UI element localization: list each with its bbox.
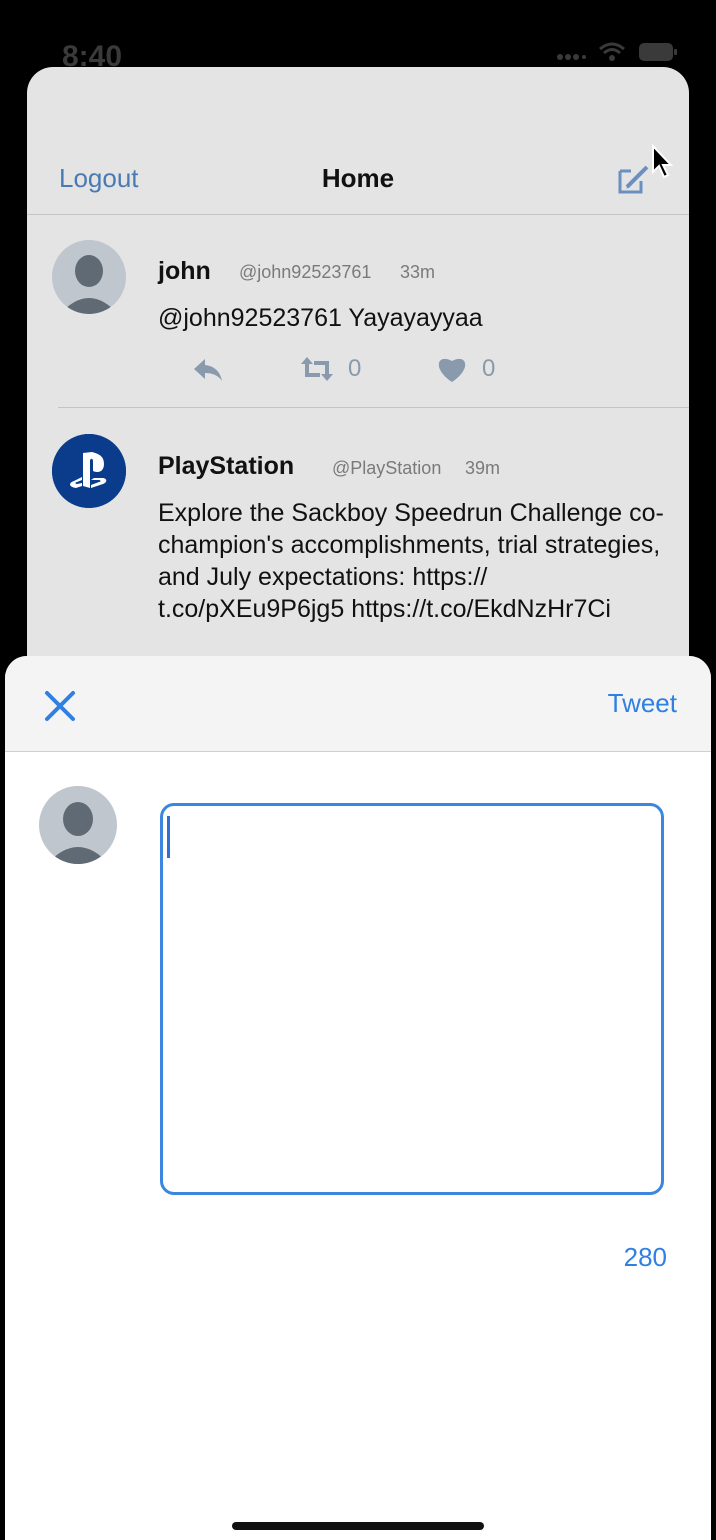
playstation-logo-icon — [52, 434, 126, 508]
default-avatar-icon — [39, 786, 117, 864]
tweet-button[interactable]: Tweet — [608, 688, 677, 719]
status-icons — [556, 42, 678, 62]
tweet-compose-input[interactable] — [160, 803, 664, 1195]
tweet-handle: @john92523761 — [239, 262, 372, 282]
tweet-author-name: PlayStation — [158, 452, 295, 480]
signal-icon — [557, 54, 586, 60]
compose-toolbar: Tweet — [5, 656, 711, 752]
avatar — [52, 434, 126, 508]
battery-icon — [639, 43, 677, 61]
tweet-text: @john92523761 Yayayayyaa — [158, 304, 483, 332]
nav-bar: Logout Home — [27, 67, 689, 215]
character-count: 280 — [623, 1242, 667, 1272]
reply-button[interactable] — [192, 357, 224, 383]
tweet-cell[interactable]: PlayStation @PlayStation 39m Explore the… — [27, 408, 689, 687]
wifi-icon — [599, 42, 625, 61]
like-button[interactable]: 0 — [436, 355, 495, 383]
tweet-cell[interactable]: john @john92523761 33m @john92523761 Yay… — [27, 215, 689, 407]
heart-icon — [438, 358, 466, 382]
page-title: Home — [321, 163, 395, 193]
avatar — [39, 786, 117, 864]
tweet-time: 33m — [400, 262, 436, 282]
retweet-button[interactable]: 0 — [300, 355, 361, 383]
text-cursor — [167, 816, 170, 858]
tweet-time: 39m — [465, 458, 501, 478]
avatar — [52, 240, 126, 314]
like-count: 0 — [482, 355, 496, 382]
home-indicator[interactable] — [232, 1522, 484, 1530]
tweet-handle: @PlayStation — [332, 458, 442, 478]
default-avatar-icon — [52, 240, 126, 314]
compose-sheet: Tweet 280 — [5, 656, 711, 1540]
close-icon[interactable] — [43, 689, 77, 723]
tweet-text: Explore the Sackboy Speedrun Challenge c… — [158, 499, 664, 623]
home-timeline-sheet: Logout Home john @john92523761 33m @john… — [27, 67, 689, 687]
mouse-pointer-icon — [652, 144, 673, 179]
retweet-count: 0 — [348, 355, 362, 382]
notch — [178, 0, 538, 72]
reply-icon — [194, 359, 222, 381]
tweet-author-name: john — [158, 257, 211, 285]
retweet-icon — [301, 357, 333, 381]
compose-icon[interactable] — [617, 163, 651, 195]
